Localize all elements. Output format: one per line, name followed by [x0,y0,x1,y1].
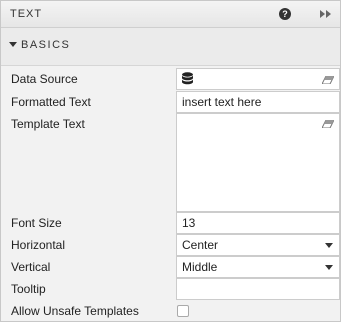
horizontal-label: Horizontal [11,238,66,252]
panel-titlebar: TEXT ? [1,1,340,28]
help-circle-icon[interactable]: ? [279,8,291,20]
tooltip-input[interactable] [176,278,340,300]
allow-unsafe-templates-checkbox[interactable] [177,305,189,317]
section-basics-header[interactable]: BASICS [1,28,340,66]
horizontal-value: Center [182,238,219,252]
formatted-text-label: Formatted Text [11,95,91,109]
caret-down-icon [9,42,17,47]
formatted-text-value: insert text here [182,95,262,109]
horizontal-select[interactable]: Center [176,234,340,256]
tooltip-label: Tooltip [11,282,46,296]
vertical-value: Middle [182,260,218,274]
chevron-down-icon [325,265,333,270]
section-basics-content: Data Source Formatted Text insert text h… [1,66,340,321]
font-size-input[interactable]: 13 [176,212,340,234]
font-size-label: Font Size [11,216,62,230]
template-text-textarea[interactable] [176,113,340,212]
template-text-label: Template Text [11,117,85,131]
eraser-icon[interactable] [322,120,334,128]
data-source-field[interactable] [176,68,340,90]
properties-panel: TEXT ? BASICS Data Source Formatted Text… [0,0,341,322]
double-chevron-right-icon[interactable] [320,9,332,19]
eraser-icon[interactable] [322,76,334,84]
formatted-text-input[interactable]: insert text here [176,91,340,113]
database-icon [182,72,193,85]
section-basics-label: BASICS [21,39,71,51]
chevron-down-icon [325,243,333,248]
vertical-label: Vertical [11,260,51,274]
vertical-select[interactable]: Middle [176,256,340,278]
font-size-value: 13 [182,216,196,230]
panel-title: TEXT [10,8,43,20]
data-source-label: Data Source [11,72,78,86]
allow-unsafe-templates-label: Allow Unsafe Templates [11,304,139,318]
